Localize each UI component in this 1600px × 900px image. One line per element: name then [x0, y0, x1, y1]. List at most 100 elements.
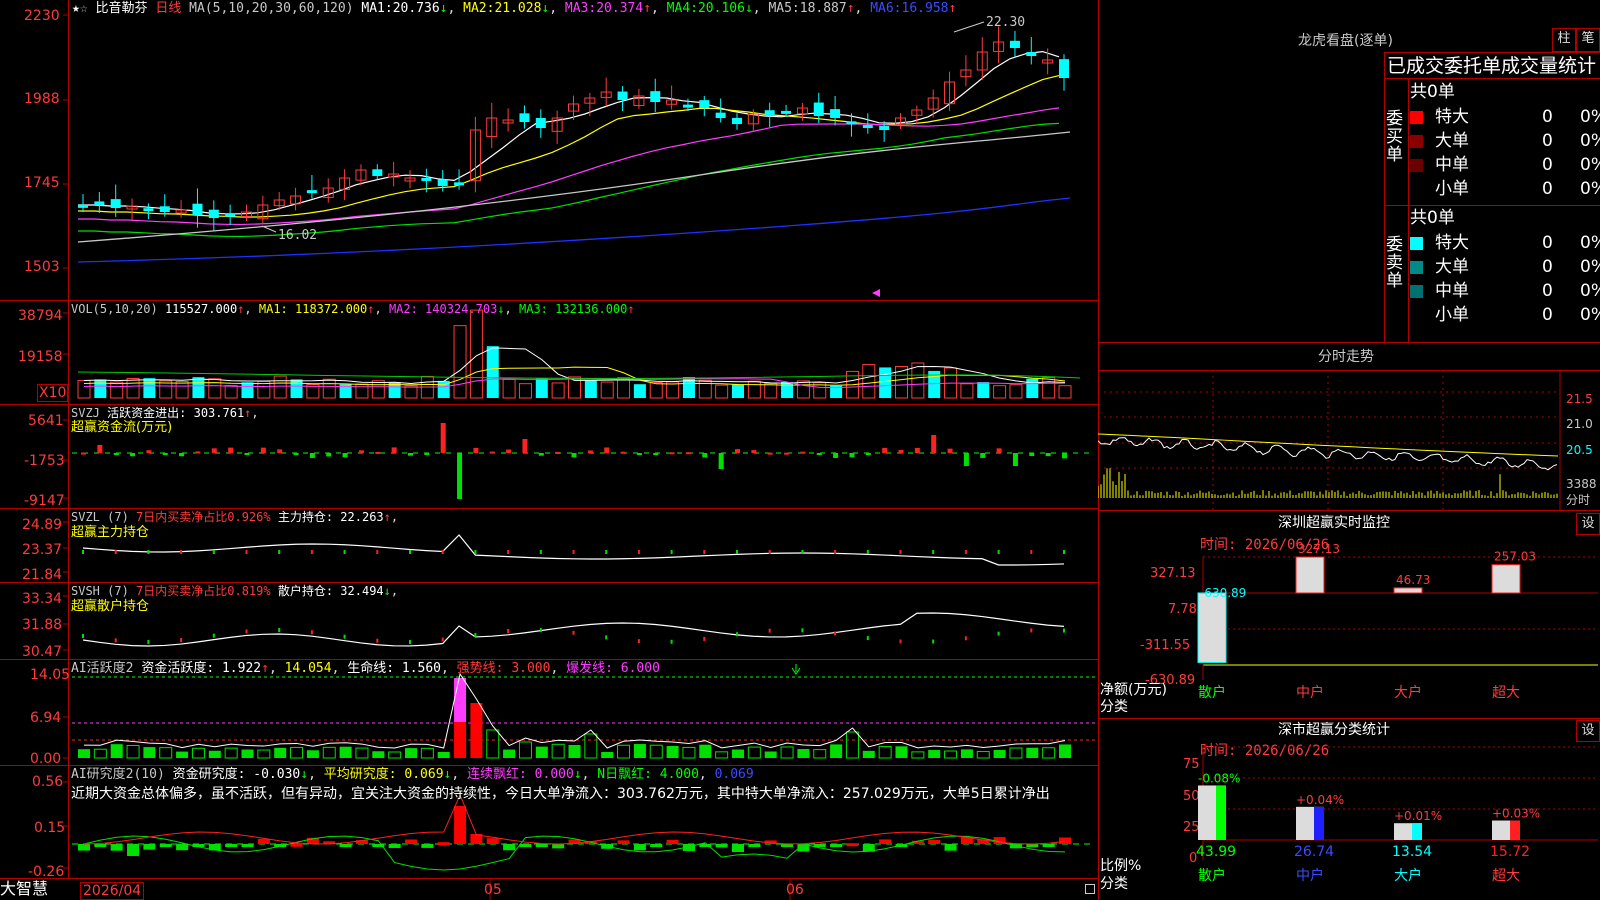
svsh-ratio: 7日内买卖净占比0.819%: [136, 584, 271, 598]
y-label: 0.56: [32, 774, 64, 790]
ma-line: [77, 131, 1071, 243]
table-row: 小单 0 0%: [1410, 303, 1600, 327]
ai2-d: N日飘红: 4.000: [597, 767, 699, 782]
holding-tick: [310, 630, 313, 635]
holding-tick: [932, 639, 935, 644]
flow-bar: [669, 452, 675, 455]
flow-bar: [963, 453, 969, 466]
ma1-arrow: ↓: [439, 1, 448, 16]
flow-bar: [702, 453, 708, 458]
stats-settings-button[interactable]: 设: [1576, 720, 1600, 742]
holding-tick: [572, 630, 575, 635]
volume-bar: [633, 384, 646, 398]
research-bar: [552, 844, 565, 849]
ma3-arrow: ↑: [643, 1, 652, 16]
divider: [1098, 342, 1600, 343]
flow-bar: [375, 451, 381, 454]
stock-chart[interactable]: [0, 0, 1098, 900]
date-start[interactable]: 2026/04: [80, 882, 145, 900]
star-outline-icon[interactable]: ☆: [80, 1, 88, 16]
row-count: 0: [1542, 179, 1553, 199]
star-icon[interactable]: ★: [72, 1, 80, 16]
svzl-hold: 主力持仓: 22.263: [277, 510, 384, 524]
candle: [437, 179, 448, 186]
volume-bar: [535, 378, 548, 398]
color-swatch: [1410, 183, 1423, 196]
holding-tick: [539, 628, 542, 633]
svzj-value: 活跃资金进出: 303.761: [107, 406, 245, 420]
month-label: 06: [786, 882, 804, 898]
ma6-arrow: ↑: [948, 1, 957, 16]
row-count: 0: [1542, 257, 1553, 277]
volume-bar: [208, 378, 222, 399]
intraday-chart[interactable]: [1098, 370, 1600, 510]
flow-bar: [457, 453, 463, 499]
volume-bar: [584, 380, 597, 398]
net-bar: [1295, 556, 1325, 594]
ma5-arrow: ↑: [846, 1, 855, 16]
y-label: 3388: [1566, 477, 1597, 491]
vol-header: VOL(5,10,20) 115527.000↑, MA1: 118372.00…: [71, 302, 635, 316]
volume-bar: [993, 385, 1007, 399]
research-bar: [781, 844, 794, 847]
holding-tick: [180, 550, 183, 554]
divider: [1384, 52, 1600, 53]
row-pct: 0%: [1580, 179, 1600, 199]
bar-value: -630.89: [1200, 586, 1246, 600]
lock-icon[interactable]: [1085, 884, 1095, 894]
category-label: 散户: [1198, 867, 1226, 884]
research-bar: [1059, 837, 1071, 844]
flow-bar: [767, 452, 773, 455]
category-label: 中户: [1296, 684, 1324, 701]
svzj-header: SVZJ 活跃资金进出: 303.761↑,: [71, 406, 259, 420]
ma3-label: MA3:: [564, 1, 597, 16]
y-label: 21.84: [22, 567, 63, 583]
row-pct: 0%: [1580, 233, 1600, 253]
row-name: 小单: [1435, 179, 1469, 199]
volume-bar: [159, 380, 173, 399]
ma-line: [78, 75, 1060, 218]
buy-orders-label: 委买单: [1386, 109, 1403, 165]
flow-bar: [1029, 453, 1035, 457]
y-label: 21.5: [1566, 392, 1593, 406]
ai1-title: AI活跃度2: [71, 661, 134, 676]
vol-unit-badge[interactable]: X10: [37, 384, 69, 402]
volume-bar: [617, 377, 631, 399]
activity-bar: [830, 744, 843, 758]
y-label: 1745: [24, 175, 60, 191]
tick-mode-button[interactable]: 笔: [1576, 28, 1600, 52]
bar-change: +0.01%: [1394, 809, 1442, 823]
bar-mode-button[interactable]: 柱: [1552, 28, 1576, 52]
holding-tick: [964, 550, 967, 554]
holding-tick: [212, 550, 215, 554]
activity-bar: [862, 750, 875, 758]
holding-tick: [768, 550, 771, 554]
ai1-d: 强势线: 3.000: [456, 661, 551, 676]
volume-bar: [862, 364, 876, 399]
ma4-label: MA4:: [666, 1, 698, 16]
period-label[interactable]: 日线: [155, 1, 181, 16]
row-name: 大单: [1435, 257, 1469, 277]
candle: [421, 177, 432, 181]
activity-bar: [617, 744, 631, 759]
holding-tick: [1063, 628, 1065, 633]
activity-bar: [322, 746, 336, 759]
row-count: 0: [1542, 305, 1553, 325]
research-bar: [454, 806, 467, 844]
volume-bar: [781, 381, 794, 398]
ai2-c: 连续飘红: 0.000: [467, 767, 574, 782]
signal-arrow-icon: [791, 664, 801, 675]
research-bar: [1042, 844, 1055, 847]
monitor-settings-button[interactable]: 设: [1576, 513, 1600, 535]
table-row: 中单 0 0%: [1410, 153, 1600, 177]
flow-bar: [228, 447, 234, 453]
activity-bar: [1009, 747, 1023, 759]
row-count: 0: [1542, 107, 1553, 127]
table-row: 大单 0 0%: [1410, 129, 1600, 153]
color-swatch: [1410, 134, 1423, 148]
volume-bar: [502, 378, 516, 399]
activity-bar: [339, 746, 352, 758]
color-swatch: [1410, 284, 1423, 298]
candle: [454, 182, 465, 186]
activity-bar: [306, 750, 319, 758]
